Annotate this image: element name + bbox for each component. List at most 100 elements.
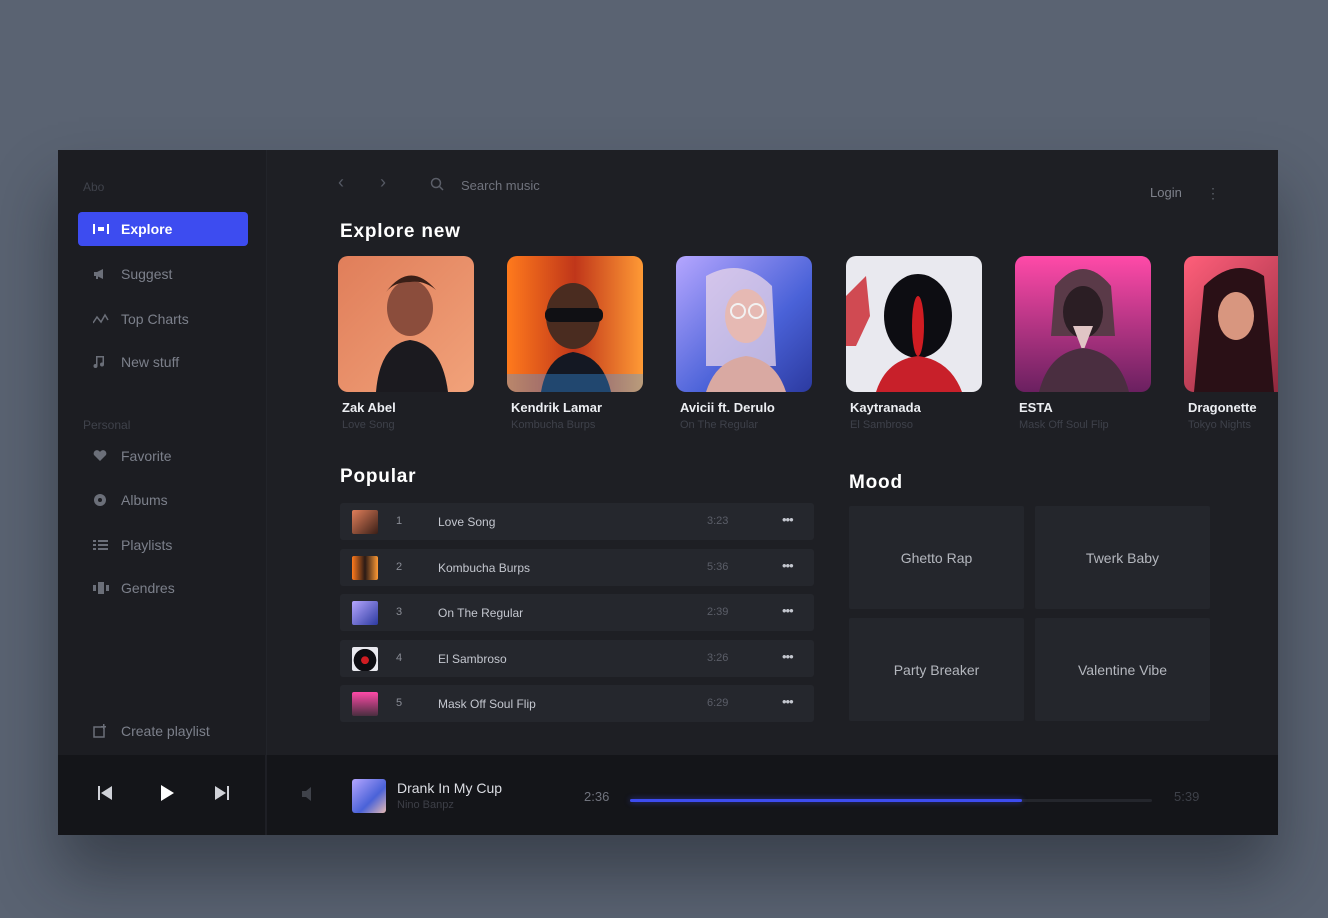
- heart-icon: [93, 450, 115, 462]
- disc-icon: [93, 493, 115, 507]
- now-playing-thumbnail: [352, 779, 386, 813]
- mood-tile[interactable]: Twerk Baby: [1035, 506, 1210, 609]
- sidebar-item-favorite[interactable]: Favorite: [78, 439, 248, 473]
- music-note-icon: [93, 355, 115, 369]
- sidebar-item-explore[interactable]: Explore: [78, 212, 248, 246]
- next-icon[interactable]: [213, 784, 231, 807]
- artist-card[interactable]: Kaytranada El Sambroso: [846, 256, 982, 431]
- artist-song: On The Regular: [680, 419, 759, 431]
- artist-song: El Sambroso: [850, 419, 913, 431]
- track-duration: 2:39: [707, 606, 729, 618]
- artist-image: [507, 256, 643, 392]
- app-window: Abo Explore Suggest Top Charts New stuff: [58, 150, 1278, 835]
- artist-song: Love Song: [342, 419, 395, 431]
- track-number: 3: [396, 606, 403, 618]
- track-title: Mask Off Soul Flip: [438, 697, 536, 711]
- artist-card[interactable]: Avicii ft. Derulo On The Regular: [676, 256, 812, 431]
- mood-heading: Mood: [849, 472, 903, 493]
- now-playing-title: Drank In My Cup: [397, 780, 503, 796]
- artist-name: ESTA: [1019, 400, 1053, 415]
- table-row[interactable]: 3 On The Regular 2:39 •••: [340, 594, 814, 631]
- app-title: Abo: [83, 180, 105, 194]
- sidebar-item-label: Gendres: [121, 580, 175, 596]
- more-icon[interactable]: •••: [782, 558, 794, 573]
- mood-tile[interactable]: Ghetto Rap: [849, 506, 1024, 609]
- now-playing-artist: Nino Banpz: [397, 799, 454, 811]
- personal-section-label: Personal: [83, 418, 131, 432]
- sidebar-item-new-stuff[interactable]: New stuff: [78, 345, 248, 379]
- search-icon[interactable]: [430, 177, 444, 196]
- track-thumbnail: [352, 601, 378, 625]
- sidebar-item-gendres[interactable]: Gendres: [78, 571, 248, 605]
- sidebar-item-label: Top Charts: [121, 311, 189, 327]
- artist-image: [1015, 256, 1151, 392]
- artist-image: [676, 256, 812, 392]
- popular-heading: Popular: [340, 466, 417, 487]
- login-button[interactable]: Login: [1150, 185, 1182, 200]
- artist-card[interactable]: Zak Abel Love Song: [338, 256, 474, 431]
- sidebar-item-playlists[interactable]: Playlists: [78, 528, 248, 562]
- artist-name: Avicii ft. Derulo: [680, 400, 775, 415]
- search-input[interactable]: Search music: [461, 178, 540, 193]
- more-icon[interactable]: •••: [782, 694, 794, 709]
- track-number: 1: [396, 515, 403, 527]
- sidebar-item-suggest[interactable]: Suggest: [78, 257, 248, 291]
- genres-icon: [93, 581, 115, 595]
- track-number: 2: [396, 561, 403, 573]
- artist-name: Kendrik Lamar: [511, 400, 603, 415]
- sidebar-item-label: Favorite: [121, 448, 172, 464]
- sidebar-item-albums[interactable]: Albums: [78, 483, 248, 517]
- table-row[interactable]: 2 Kombucha Burps 5:36 •••: [340, 549, 814, 586]
- table-row[interactable]: 5 Mask Off Soul Flip 6:29 •••: [340, 685, 814, 722]
- play-icon[interactable]: [158, 784, 176, 807]
- table-row[interactable]: 1 Love Song 3:23 •••: [340, 503, 814, 540]
- add-playlist-icon: [93, 724, 115, 738]
- progress-fill: [630, 799, 1022, 802]
- track-thumbnail: [352, 556, 378, 580]
- artist-song: Tokyo Nights: [1188, 419, 1251, 431]
- artist-card[interactable]: Dragonette Tokyo Nights: [1184, 256, 1278, 431]
- track-number: 5: [396, 697, 403, 709]
- sidebar-item-label: Albums: [121, 492, 168, 508]
- sidebar-item-label: Explore: [121, 221, 173, 237]
- table-row[interactable]: 4 El Sambroso 3:26 •••: [340, 640, 814, 677]
- track-number: 4: [396, 652, 403, 664]
- artist-song: Mask Off Soul Flip: [1019, 419, 1109, 431]
- track-duration: 3:23: [707, 515, 729, 527]
- chart-icon: [93, 313, 115, 325]
- create-playlist-button[interactable]: Create playlist: [78, 714, 248, 748]
- divider: [265, 755, 267, 835]
- create-playlist-label: Create playlist: [121, 723, 210, 739]
- forward-arrow-icon[interactable]: ›: [380, 172, 386, 193]
- more-vertical-icon[interactable]: ⋮: [1206, 185, 1220, 202]
- artist-image: [1184, 256, 1278, 392]
- track-title: Kombucha Burps: [438, 561, 531, 575]
- mood-tile[interactable]: Valentine Vibe: [1035, 618, 1210, 721]
- sidebar-item-label: New stuff: [121, 354, 180, 370]
- artist-name: Kaytranada: [850, 400, 921, 415]
- back-arrow-icon[interactable]: ‹: [338, 172, 344, 193]
- list-icon: [93, 539, 115, 551]
- track-thumbnail: [352, 692, 378, 716]
- more-icon[interactable]: •••: [782, 649, 794, 664]
- sidebar-item-label: Suggest: [121, 266, 173, 282]
- previous-icon[interactable]: [96, 784, 114, 807]
- artist-card[interactable]: Kendrik Lamar Kombucha Burps: [507, 256, 643, 431]
- total-time: 5:39: [1174, 789, 1200, 804]
- sidebar-item-label: Playlists: [121, 537, 173, 553]
- track-title: On The Regular: [438, 606, 524, 620]
- mood-tile[interactable]: Party Breaker: [849, 618, 1024, 721]
- track-thumbnail: [352, 510, 378, 534]
- track-duration: 6:29: [707, 697, 729, 709]
- sidebar: Abo Explore Suggest Top Charts New stuff: [58, 150, 267, 755]
- player-bar: Drank In My Cup Nino Banpz 2:36 5:39: [58, 755, 1278, 835]
- more-icon[interactable]: •••: [782, 512, 794, 527]
- track-title: El Sambroso: [438, 652, 507, 666]
- sidebar-item-top-charts[interactable]: Top Charts: [78, 302, 248, 336]
- more-icon[interactable]: •••: [782, 603, 794, 618]
- progress-bar[interactable]: [630, 799, 1152, 802]
- megaphone-icon: [93, 268, 115, 280]
- artist-card[interactable]: ESTA Mask Off Soul Flip: [1015, 256, 1151, 431]
- artist-name: Zak Abel: [342, 400, 396, 415]
- volume-icon[interactable]: [301, 786, 317, 807]
